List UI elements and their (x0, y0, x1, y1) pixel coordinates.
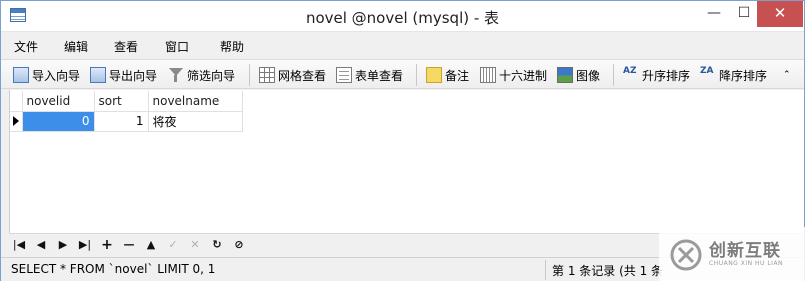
export-wizard-button[interactable]: 导出向导 (90, 66, 157, 84)
close-button[interactable]: ✕ (757, 1, 803, 27)
menu-help[interactable]: 帮助 (220, 38, 244, 55)
form-icon (336, 67, 352, 83)
export-wizard-label: 导出向导 (109, 68, 158, 83)
filter-wizard-button[interactable]: 筛选向导 (168, 66, 235, 84)
form-view-label: 表单查看 (355, 68, 404, 83)
refresh-button[interactable]: ↻ (209, 237, 225, 253)
watermark-text: 创新互联 CHUANG XIN HU LIAN (709, 242, 783, 267)
form-view-button[interactable]: 表单查看 (336, 66, 403, 84)
column-header-sort[interactable]: sort (94, 91, 149, 112)
filter-wizard-label: 筛选向导 (187, 68, 236, 83)
sort-descending-icon: ZA (700, 66, 714, 76)
row-indicator-header (10, 91, 23, 112)
memo-label: 备注 (445, 68, 470, 83)
sort-ascending-icon: AZ (623, 66, 637, 76)
cell-sort[interactable]: 1 (94, 111, 149, 132)
next-record-button[interactable]: ▶ (55, 237, 71, 253)
maximize-button[interactable]: ☐ (729, 1, 759, 27)
cell-novelid[interactable]: 0 (22, 111, 95, 132)
sort-descending-label: 降序排序 (719, 68, 768, 83)
table-row[interactable]: 0 1 将夜 (10, 111, 243, 132)
app-window: novel @novel (mysql) - 表 — ☐ ✕ 文件 编辑 查看 … (0, 0, 805, 282)
data-table: novelid sort novelname 0 1 将夜 (10, 91, 243, 132)
image-icon (557, 67, 573, 83)
current-row-arrow-icon (13, 116, 19, 126)
toolbar-overflow-button[interactable]: ⌃ (783, 66, 791, 84)
status-record-count: 第 1 条记录 (共 1 条 (552, 264, 664, 278)
menu-view[interactable]: 查看 (114, 38, 138, 55)
grid-view-button[interactable]: 网格查看 (259, 66, 326, 84)
memo-icon (426, 67, 442, 83)
cell-novelname[interactable]: 将夜 (148, 111, 243, 132)
export-icon (90, 67, 106, 83)
delete-record-button[interactable]: — (121, 237, 137, 253)
import-wizard-label: 导入向导 (32, 68, 81, 83)
watermark-en: CHUANG XIN HU LIAN (709, 259, 784, 267)
grid-icon (259, 67, 275, 83)
toolbar-divider (613, 64, 614, 86)
discard-changes-button[interactable]: ✕ (187, 237, 203, 253)
column-header-novelid[interactable]: novelid (22, 91, 95, 112)
hex-label: 十六进制 (499, 68, 548, 83)
menu-bar: 文件 编辑 查看 窗口 帮助 (1, 33, 804, 57)
image-label: 图像 (576, 68, 601, 83)
row-indicator (10, 111, 23, 132)
status-divider (545, 260, 546, 280)
window-title: novel @novel (mysql) - 表 (305, 9, 500, 27)
image-button[interactable]: 图像 (557, 66, 600, 84)
apply-changes-button[interactable]: ✓ (165, 237, 181, 253)
minimize-button[interactable]: — (699, 1, 729, 27)
watermark-logo-icon (670, 239, 702, 270)
sort-ascending-button[interactable]: AZ 升序排序 (623, 66, 690, 84)
watermark: 创新互联 CHUANG XIN HU LIAN (659, 227, 805, 282)
toolbar-divider (249, 64, 250, 86)
last-record-button[interactable]: ▶| (77, 237, 93, 253)
hex-icon (480, 67, 496, 83)
memo-button[interactable]: 备注 (426, 66, 469, 84)
status-sql-query: SELECT * FROM `novel` LIMIT 0, 1 (11, 262, 216, 276)
stop-button[interactable]: ⊘ (231, 237, 247, 253)
filter-icon (168, 67, 184, 83)
sort-ascending-label: 升序排序 (642, 68, 691, 83)
column-header-novelname[interactable]: novelname (148, 91, 243, 112)
grid-view-label: 网格查看 (278, 68, 327, 83)
previous-record-button[interactable]: ◀ (33, 237, 49, 253)
menu-window[interactable]: 窗口 (165, 38, 189, 55)
toolbar-divider (416, 64, 417, 86)
first-record-button[interactable]: |◀ (11, 237, 27, 253)
import-wizard-button[interactable]: 导入向导 (13, 66, 80, 84)
menu-file[interactable]: 文件 (14, 38, 38, 55)
toolbar: 导入向导 导出向导 筛选向导 网格查看 表单查看 备注 十六进制 图像 AZ 升… (1, 59, 804, 89)
add-record-button[interactable]: + (99, 237, 115, 253)
header-row: novelid sort novelname (10, 91, 243, 112)
import-icon (13, 67, 29, 83)
hex-button[interactable]: 十六进制 (480, 66, 547, 84)
sort-descending-button[interactable]: ZA 降序排序 (700, 66, 767, 84)
move-up-button[interactable]: ▲ (143, 237, 159, 253)
title-bar: novel @novel (mysql) - 表 — ☐ ✕ (1, 1, 804, 32)
menu-edit[interactable]: 编辑 (64, 38, 88, 55)
watermark-cn: 创新互联 (709, 240, 781, 261)
data-grid: novelid sort novelname 0 1 将夜 (9, 90, 804, 233)
